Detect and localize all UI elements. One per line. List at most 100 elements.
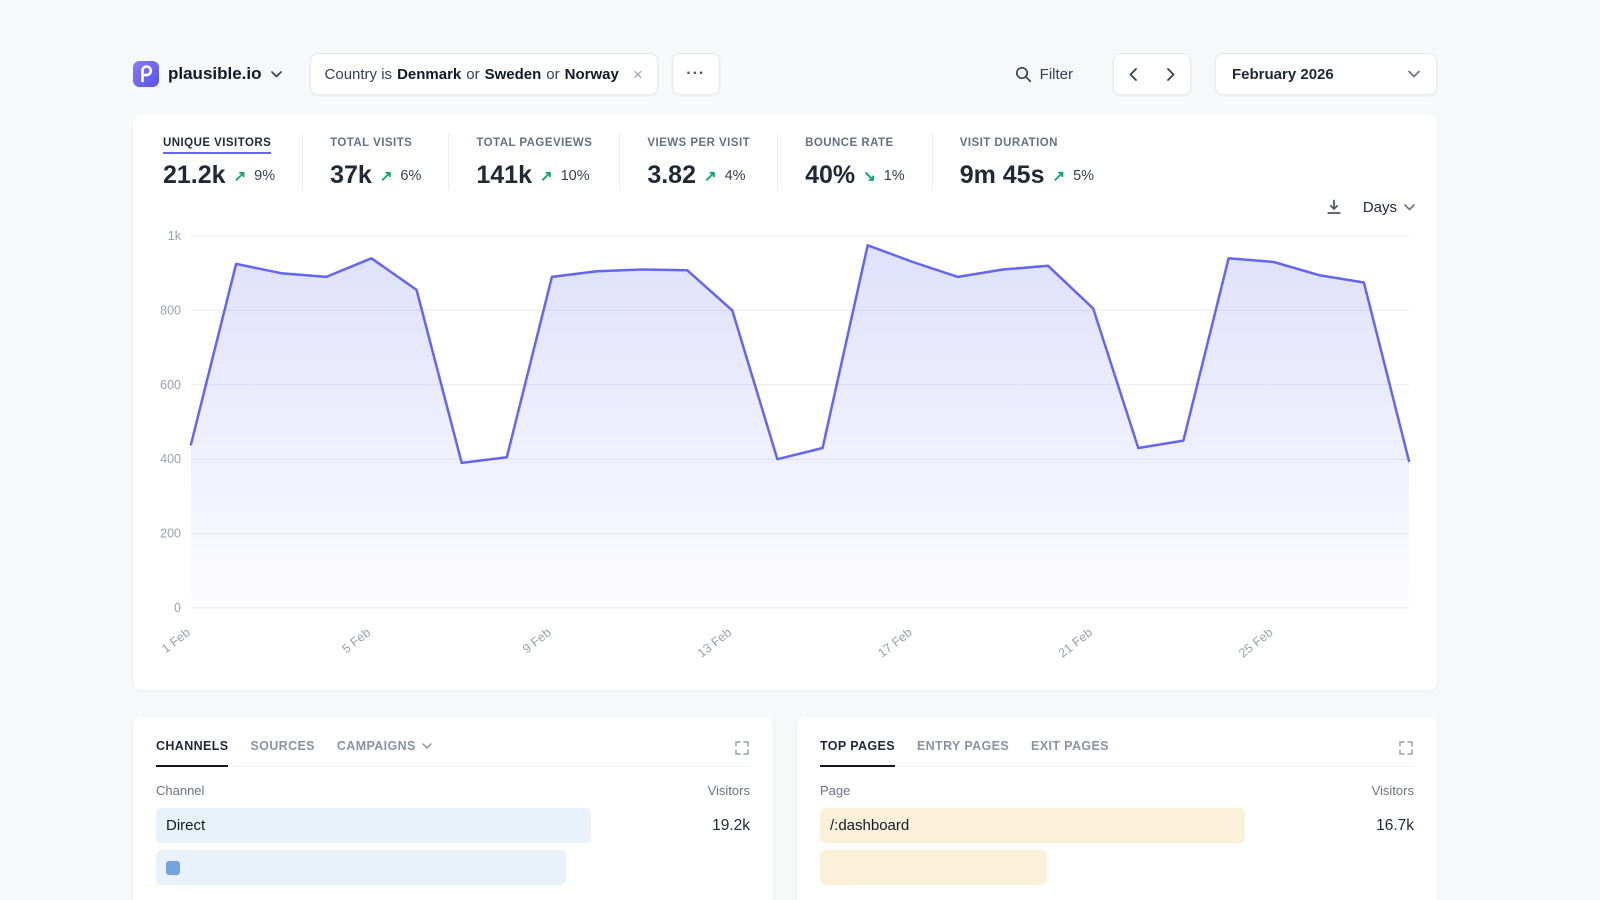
chevron-left-icon — [1129, 68, 1137, 81]
top-pages-card: TOP PAGES ENTRY PAGES EXIT PAGES Page Vi… — [797, 717, 1437, 900]
svg-text:0: 0 — [174, 601, 181, 615]
interval-dropdown[interactable]: Days — [1363, 199, 1415, 216]
country-filter-pill[interactable]: Country is Denmark or Sweden or Norway × — [310, 53, 658, 95]
metric-views-per-visit[interactable]: VIEWS PER VISIT 3.82 ↗ 4% — [647, 133, 778, 190]
metric-label: BOUNCE RATE — [805, 137, 894, 154]
metric-change: 9% — [254, 168, 275, 184]
trend-down-icon: ↘ — [863, 167, 876, 185]
prev-period-button[interactable] — [1114, 54, 1152, 94]
metric-change: 5% — [1073, 168, 1094, 184]
trend-up-icon: ↗ — [1052, 167, 1065, 185]
metric-value: 9m 45s — [960, 161, 1045, 190]
tab-entry-pages[interactable]: ENTRY PAGES — [917, 739, 1009, 767]
tab-sources[interactable]: SOURCES — [250, 739, 314, 767]
channel-visitors: 19.2k — [712, 817, 750, 835]
plausible-logo — [133, 61, 159, 87]
chevron-right-icon — [1167, 68, 1175, 81]
metric-value: 21.2k — [163, 161, 226, 190]
tab-exit-pages[interactable]: EXIT PAGES — [1031, 739, 1109, 767]
page-visitors: 16.7k — [1376, 817, 1414, 835]
svg-text:9 Feb: 9 Feb — [520, 625, 554, 656]
metric-change: 1% — [884, 168, 905, 184]
next-period-button[interactable] — [1152, 54, 1190, 94]
tab-top-pages[interactable]: TOP PAGES — [820, 739, 895, 767]
visitors-panel: UNIQUE VISITORS 21.2k ↗ 9% TOTAL VISITS … — [133, 115, 1437, 690]
more-filters-button[interactable]: ··· — [672, 53, 720, 95]
channel-name — [156, 850, 650, 885]
channel-name: Direct — [156, 808, 650, 843]
filter-country-1: Denmark — [397, 66, 461, 83]
svg-text:1 Feb: 1 Feb — [159, 625, 193, 656]
expand-icon — [734, 740, 750, 756]
page-name: /:dashboard — [820, 808, 1314, 843]
site-name: plausible.io — [168, 64, 262, 84]
metric-label: TOTAL PAGEVIEWS — [476, 137, 592, 154]
column-visitors: Visitors — [708, 783, 750, 798]
period-nav — [1113, 53, 1191, 95]
tab-campaigns-label: CAMPAIGNS — [337, 739, 416, 753]
chevron-down-icon — [1404, 204, 1415, 211]
filter-country-3: Norway — [565, 66, 619, 83]
download-button[interactable] — [1325, 198, 1343, 216]
metric-change: 6% — [400, 168, 421, 184]
top-bar-right: Filter February 2026 — [1015, 53, 1437, 95]
svg-text:400: 400 — [160, 452, 181, 466]
svg-text:21 Feb: 21 Feb — [1056, 625, 1095, 660]
svg-text:5 Feb: 5 Feb — [339, 625, 373, 656]
svg-text:17 Feb: 17 Feb — [875, 625, 914, 660]
search-icon — [1015, 66, 1032, 83]
favicon-icon — [166, 861, 180, 875]
tab-channels[interactable]: CHANNELS — [156, 739, 228, 767]
date-range-label: February 2026 — [1232, 66, 1334, 83]
channels-card: CHANNELS SOURCES CAMPAIGNS Channel Visit… — [133, 717, 773, 900]
svg-text:1k: 1k — [168, 229, 182, 243]
metric-bounce-rate[interactable]: BOUNCE RATE 40% ↘ 1% — [805, 133, 933, 190]
expand-button[interactable] — [1398, 740, 1414, 766]
page-bar — [820, 850, 1047, 885]
column-page: Page — [820, 783, 850, 798]
svg-text:200: 200 — [160, 527, 181, 541]
channel-row-direct[interactable]: Direct 19.2k — [156, 808, 750, 843]
remove-filter-button[interactable]: × — [633, 66, 643, 83]
column-channel: Channel — [156, 783, 204, 798]
interval-label: Days — [1363, 199, 1397, 216]
trend-up-icon: ↗ — [234, 167, 247, 185]
dashboard: plausible.io Country is Denmark or Swede… — [133, 0, 1437, 900]
svg-text:800: 800 — [160, 303, 181, 317]
filter-or-1: or — [466, 66, 479, 83]
metric-change: 4% — [725, 168, 746, 184]
metric-value: 141k — [476, 161, 532, 190]
pages-table-head: Page Visitors — [820, 783, 1414, 798]
bottom-grid: CHANNELS SOURCES CAMPAIGNS Channel Visit… — [133, 717, 1437, 900]
page-row-partial[interactable] — [820, 850, 1414, 885]
metric-unique-visitors[interactable]: UNIQUE VISITORS 21.2k ↗ 9% — [163, 133, 303, 190]
metric-value: 37k — [330, 161, 372, 190]
metric-label: VIEWS PER VISIT — [647, 137, 750, 154]
site-switcher[interactable]: plausible.io — [133, 61, 282, 87]
metric-label: VISIT DURATION — [960, 137, 1058, 154]
metric-change: 10% — [561, 168, 590, 184]
chart-controls: Days — [149, 192, 1415, 222]
tab-campaigns[interactable]: CAMPAIGNS — [337, 739, 432, 767]
top-bar: plausible.io Country is Denmark or Swede… — [133, 52, 1437, 96]
filter-or-2: or — [546, 66, 559, 83]
filter-prefix: Country is — [325, 66, 393, 83]
svg-text:25 Feb: 25 Feb — [1236, 625, 1275, 660]
svg-text:600: 600 — [160, 378, 181, 392]
metric-visit-duration[interactable]: VISIT DURATION 9m 45s ↗ 5% — [960, 133, 1121, 190]
svg-text:13 Feb: 13 Feb — [695, 625, 734, 660]
date-range-picker[interactable]: February 2026 — [1215, 53, 1437, 95]
expand-button[interactable] — [734, 740, 750, 766]
metric-label: UNIQUE VISITORS — [163, 137, 271, 154]
column-visitors: Visitors — [1372, 783, 1414, 798]
filter-button[interactable]: Filter — [1015, 66, 1073, 83]
metric-value: 40% — [805, 161, 855, 190]
channels-table-head: Channel Visitors — [156, 783, 750, 798]
channel-row-partial[interactable] — [156, 850, 750, 885]
expand-icon — [1398, 740, 1414, 756]
metric-total-visits[interactable]: TOTAL VISITS 37k ↗ 6% — [330, 133, 449, 190]
download-icon — [1325, 198, 1343, 216]
metric-total-pageviews[interactable]: TOTAL PAGEVIEWS 141k ↗ 10% — [476, 133, 620, 190]
page-row-dashboard[interactable]: /:dashboard 16.7k — [820, 808, 1414, 843]
pages-tabs: TOP PAGES ENTRY PAGES EXIT PAGES — [820, 739, 1414, 767]
